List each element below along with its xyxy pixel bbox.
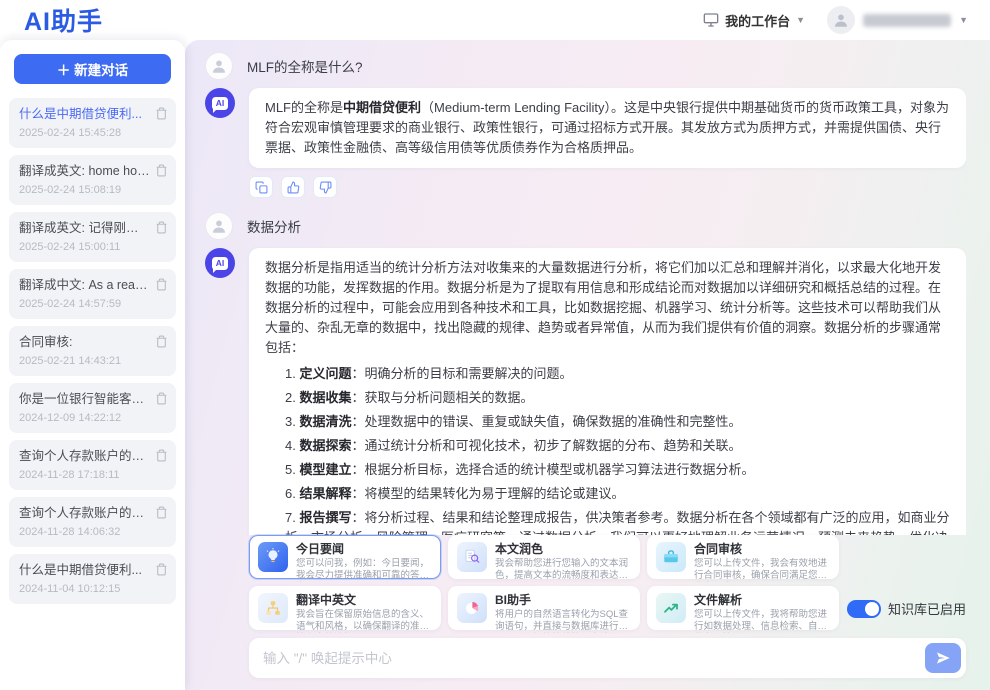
translate-icon [258,593,288,623]
delete-icon[interactable] [155,449,168,462]
chat-panel: MLF的全称是什么? AI MLF的全称是中期借贷便利（Medium-term … [185,40,990,690]
delete-icon[interactable] [155,392,168,405]
step-item: 报告撰写：将分析过程、结果和结论整理成报告，供决策者参考。数据分析在各个领域都有… [285,508,950,535]
feature-card-fileparse[interactable]: 文件解析 您可以上传文件，我将帮助您进行如数据处理、信息检索、自动化办公等。 [647,586,839,630]
user-avatar [205,212,233,240]
feature-card-news[interactable]: 今日要闻 您可以问我，例如：今日要闻，我会尽力提供准确和可靠的答案。 [249,535,441,579]
ai-message: AI 数据分析是指用适当的统计分析方法对收集来的大量数据进行分析，将它们加以汇总… [205,248,966,535]
knowledge-base-toggle[interactable] [847,600,881,618]
workspace-menu[interactable]: 我的工作台 ▼ [703,11,805,30]
send-button[interactable] [925,643,961,673]
app-logo: AI助手 [24,2,103,38]
trend-arrow-icon [656,593,686,623]
copy-icon[interactable] [249,176,273,198]
step-item: 定义问题：明确分析的目标和需要解决的问题。 [285,364,950,384]
delete-icon[interactable] [155,278,168,291]
sidebar: ＋ 新建对话 什么是中期借贷便利... 2025-02-24 15:45:28 … [0,40,185,690]
chevron-down-icon: ▼ [959,15,968,25]
conversation-item[interactable]: 翻译成英文: home home 2025-02-24 15:08:19 [9,155,176,205]
username-redacted [863,14,951,27]
ai-intro: 数据分析是指用适当的统计分析方法对收集来的大量数据进行分析，将它们加以汇总和理解… [265,260,941,355]
user-avatar [827,6,855,34]
workspace-label: 我的工作台 [725,11,790,30]
feature-cards: 今日要闻 您可以问我，例如：今日要闻，我会尽力提供准确和可靠的答案。 本文润色 … [249,535,839,630]
conversation-item[interactable]: 你是一位银行智能客服，... 2024-12-09 14:22:12 [9,383,176,433]
new-chat-button[interactable]: ＋ 新建对话 [14,54,171,84]
conversation-item[interactable]: 什么是中期借贷便利... 2024-11-04 10:12:15 [9,554,176,604]
ai-avatar: AI [205,248,235,278]
ai-avatar: AI [205,88,235,118]
step-item: 数据清洗：处理数据中的错误、重复或缺失值，确保数据的准确性和完整性。 [285,412,950,432]
conversation-item[interactable]: 翻译成中文: As a reader... 2025-02-24 14:57:5… [9,269,176,319]
user-message: MLF的全称是什么? [205,52,966,80]
conversation-item[interactable]: 查询个人存款账户的最新... 2024-11-28 17:18:11 [9,440,176,490]
delete-icon[interactable] [155,563,168,576]
app-root: AI助手 我的工作台 ▼ ▼ ＋ 新建对话 什么是中期借贷便利... [0,0,990,690]
conversation-item[interactable]: 合同审核: 2025-02-21 14:43:21 [9,326,176,376]
paper-plane-icon [935,650,951,666]
message-actions [249,176,966,198]
conversation-list: 什么是中期借贷便利... 2025-02-24 15:45:28 翻译成英文: … [9,98,176,604]
briefcase-icon [656,542,686,572]
message-input[interactable] [263,651,925,666]
knowledge-base-label: 知识库已启用 [888,599,966,618]
delete-icon[interactable] [155,335,168,348]
feature-card-contract[interactable]: 合同审核 您可以上传文件，我会有效地进行合同审核，确保合同满足您的业务需求。 [647,535,839,579]
knowledge-base-toggle-group: 知识库已启用 [847,599,966,618]
lightbulb-icon [258,542,288,572]
feature-card-translate[interactable]: 翻译中英文 我会旨在保留原始信息的含义、语气和风格，以确保翻译的准确性和自然流畅… [249,586,441,630]
bottom-panel: 今日要闻 您可以问我，例如：今日要闻，我会尽力提供准确和可靠的答案。 本文润色 … [249,535,966,678]
monitor-icon [703,12,719,28]
doc-polish-icon [457,542,487,572]
conversation-item[interactable]: 什么是中期借贷便利... 2025-02-24 15:45:28 [9,98,176,148]
pie-chart-icon [457,593,487,623]
message-list: MLF的全称是什么? AI MLF的全称是中期借贷便利（Medium-term … [205,52,966,535]
step-item: 模型建立：根据分析目标，选择合适的统计模型或机器学习算法进行数据分析。 [285,460,950,480]
user-message-text: 数据分析 [247,216,301,236]
ai-message-card: MLF的全称是中期借贷便利（Medium-term Lending Facili… [249,88,966,168]
conversation-item[interactable]: 查询个人存款账户的最新... 2024-11-28 14:06:32 [9,497,176,547]
ai-message-card: 数据分析是指用适当的统计分析方法对收集来的大量数据进行分析，将它们加以汇总和理解… [249,248,966,535]
topbar: AI助手 我的工作台 ▼ ▼ [0,0,990,40]
user-avatar [205,52,233,80]
user-menu[interactable]: ▼ [827,6,968,34]
step-item: 数据收集：获取与分析问题相关的数据。 [285,388,950,408]
delete-icon[interactable] [155,107,168,120]
thumbs-down-icon[interactable] [313,176,337,198]
thumbs-up-icon[interactable] [281,176,305,198]
feature-card-polish[interactable]: 本文润色 我会帮助您进行您输入的文本润色，提高文本的流畅度和表达效果。 [448,535,640,579]
delete-icon[interactable] [155,506,168,519]
step-item: 数据探索：通过统计分析和可视化技术，初步了解数据的分布、趋势和关联。 [285,436,950,456]
step-item: 结果解释：将模型的结果转化为易于理解的结论或建议。 [285,484,950,504]
delete-icon[interactable] [155,164,168,177]
composer [249,638,966,678]
analysis-steps: 定义问题：明确分析的目标和需要解决的问题。 数据收集：获取与分析问题相关的数据。… [265,364,950,535]
conversation-item[interactable]: 翻译成英文: 记得刚开始... 2025-02-24 15:00:11 [9,212,176,262]
user-message-text: MLF的全称是什么? [247,56,363,76]
ai-message: AI MLF的全称是中期借贷便利（Medium-term Lending Fac… [205,88,966,168]
user-message: 数据分析 [205,212,966,240]
chevron-down-icon: ▼ [796,15,805,25]
delete-icon[interactable] [155,221,168,234]
feature-card-bi[interactable]: BI助手 将用户的自然语言转化为SQL查询语句，并直接与数据库进行交互，返回智能… [448,586,640,630]
